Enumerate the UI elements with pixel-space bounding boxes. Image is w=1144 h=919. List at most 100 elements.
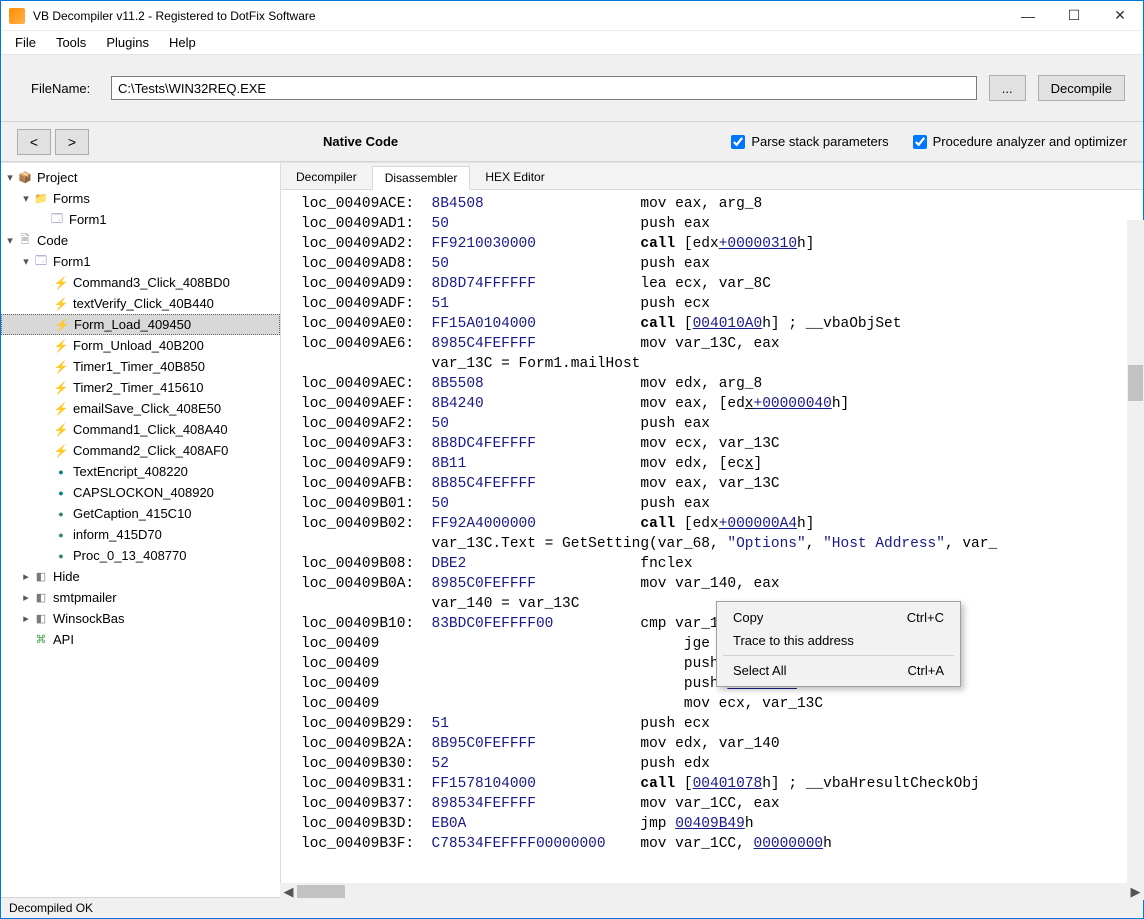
module-icon — [33, 611, 49, 627]
code-line: loc_00409AFB: 8B85C4FEFFFF mov eax, var_… — [301, 474, 1137, 494]
ctx-separator — [723, 655, 954, 656]
nav-back-button[interactable]: < — [17, 129, 51, 155]
code-line: loc_00409B29: 51 push ecx — [301, 714, 1137, 734]
code-line: var_13C.Text = GetSetting(var_68, "Optio… — [301, 534, 1137, 554]
tree-proc-item[interactable]: Command3_Click_408BD0 — [1, 272, 280, 293]
tree-forms[interactable]: ▾Forms — [1, 188, 280, 209]
tree-proc-item[interactable]: Proc_0_13_408770 — [1, 545, 280, 566]
tree-hide[interactable]: ▸Hide — [1, 566, 280, 587]
chk-parse-stack[interactable]: Parse stack parameters — [731, 134, 888, 149]
tree-proc-item[interactable]: Timer2_Timer_415610 — [1, 377, 280, 398]
menu-file[interactable]: File — [5, 33, 46, 52]
tree-proc-item[interactable]: textVerify_Click_40B440 — [1, 293, 280, 314]
code-line: loc_00409B31: FF1578104000 call [0040107… — [301, 774, 1137, 794]
tree-proc-item[interactable]: Form_Load_409450 — [1, 314, 280, 335]
code-line: loc_00409AE6: 8985C4FEFFFF mov var_13C, … — [301, 334, 1137, 354]
tree-form1-a[interactable]: Form1 — [1, 209, 280, 230]
proc-icon — [53, 527, 69, 543]
code-line: loc_00409ACE: 8B4508 mov eax, arg_8 — [301, 194, 1137, 214]
code-line: loc_00409AD9: 8D8D74FFFFFF lea ecx, var_… — [301, 274, 1137, 294]
content-pane: Decompiler Disassembler HEX Editor loc_0… — [281, 163, 1143, 897]
filename-input[interactable] — [111, 76, 977, 100]
tree-proc-item[interactable]: GetCaption_415C10 — [1, 503, 280, 524]
scrollbar-thumb[interactable] — [297, 885, 345, 897]
proc-icon — [54, 317, 70, 333]
title-bar: VB Decompiler v11.2 - Registered to DotF… — [1, 1, 1143, 31]
context-menu: CopyCtrl+C Trace to this address Select … — [716, 601, 961, 687]
scroll-left-icon[interactable]: ◀ — [280, 884, 297, 898]
tree-proc-item[interactable]: Timer1_Timer_40B850 — [1, 356, 280, 377]
proc-icon — [53, 422, 69, 438]
folder-icon — [33, 191, 49, 207]
module-icon — [33, 590, 49, 606]
tree-proc-item[interactable]: Form_Unload_40B200 — [1, 335, 280, 356]
code-line: loc_00409AF9: 8B11 mov edx, [ecx] — [301, 454, 1137, 474]
minimize-button[interactable]: — — [1005, 1, 1051, 31]
nav-row: < > Native Code Parse stack parameters P… — [1, 122, 1143, 162]
code-icon — [17, 233, 33, 249]
disassembly-view[interactable]: loc_00409ACE: 8B4508 mov eax, arg_8loc_0… — [281, 190, 1143, 897]
code-line: loc_00409B3F: C78534FEFFFF00000000 mov v… — [301, 834, 1137, 854]
tree-proc-item[interactable]: emailSave_Click_408E50 — [1, 398, 280, 419]
tree-api[interactable]: ▸API — [1, 629, 280, 650]
proc-icon — [53, 443, 69, 459]
tab-hex[interactable]: HEX Editor — [472, 165, 557, 189]
form-icon — [33, 254, 49, 270]
ctx-copy[interactable]: CopyCtrl+C — [719, 606, 958, 629]
nav-forward-button[interactable]: > — [55, 129, 89, 155]
code-line: loc_00409B0A: 8985C0FEFFFF mov var_140, … — [301, 574, 1137, 594]
tree-winsockbas[interactable]: ▸WinsockBas — [1, 608, 280, 629]
proc-icon — [53, 338, 69, 354]
menu-tools[interactable]: Tools — [46, 33, 96, 52]
proc-icon — [53, 359, 69, 375]
proc-icon — [53, 485, 69, 501]
section-title: Native Code — [323, 134, 398, 149]
code-line: loc_00409B08: DBE2 fnclex — [301, 554, 1137, 574]
project-tree[interactable]: ▾Project ▾Forms Form1 ▾Code ▾Form1 Comma… — [1, 163, 281, 897]
menu-plugins[interactable]: Plugins — [96, 33, 159, 52]
scroll-right-icon[interactable]: ▶ — [1127, 884, 1143, 898]
menu-bar: File Tools Plugins Help — [1, 31, 1143, 55]
tree-proc-item[interactable]: TextEncript_408220 — [1, 461, 280, 482]
tree-proc-item[interactable]: Command1_Click_408A40 — [1, 419, 280, 440]
proc-icon — [53, 296, 69, 312]
proc-icon — [53, 548, 69, 564]
horizontal-scrollbar[interactable]: ◀ ▶ — [280, 883, 1143, 897]
app-icon — [9, 8, 25, 24]
tree-code[interactable]: ▾Code — [1, 230, 280, 251]
tabs: Decompiler Disassembler HEX Editor — [281, 163, 1143, 190]
ctx-trace[interactable]: Trace to this address — [719, 629, 958, 652]
code-line: loc_00409B01: 50 push eax — [301, 494, 1137, 514]
code-line: loc_00409B3D: EB0A jmp 00409B49h — [301, 814, 1137, 834]
proc-icon — [53, 464, 69, 480]
ctx-select-all[interactable]: Select AllCtrl+A — [719, 659, 958, 682]
proc-icon — [53, 380, 69, 396]
code-line: loc_00409AD2: FF9210030000 call [edx+000… — [301, 234, 1137, 254]
code-line: loc_00409AE0: FF15A0104000 call [004010A… — [301, 314, 1137, 334]
menu-help[interactable]: Help — [159, 33, 206, 52]
decompile-button[interactable]: Decompile — [1038, 75, 1125, 101]
main: ▾Project ▾Forms Form1 ▾Code ▾Form1 Comma… — [1, 162, 1143, 897]
tree-proc-item[interactable]: Command2_Click_408AF0 — [1, 440, 280, 461]
code-line: var_13C = Form1.mailHost — [301, 354, 1137, 374]
tree-smtpmailer[interactable]: ▸smtpmailer — [1, 587, 280, 608]
code-line: loc_00409AD1: 50 push eax — [301, 214, 1137, 234]
vertical-scrollbar[interactable] — [1127, 220, 1143, 897]
tree-form1-b[interactable]: ▾Form1 — [1, 251, 280, 272]
browse-button[interactable]: ... — [989, 75, 1026, 101]
tab-decompiler[interactable]: Decompiler — [283, 165, 370, 189]
close-button[interactable]: ✕ — [1097, 1, 1143, 31]
tree-project[interactable]: ▾Project — [1, 167, 280, 188]
scrollbar-thumb[interactable] — [1128, 365, 1143, 401]
tab-disassembler[interactable]: Disassembler — [372, 166, 471, 190]
chk-parse-stack-box[interactable] — [731, 135, 745, 149]
chk-proc-analyzer[interactable]: Procedure analyzer and optimizer — [913, 134, 1127, 149]
chk-proc-analyzer-box[interactable] — [913, 135, 927, 149]
code-line: loc_00409B02: FF92A4000000 call [edx+000… — [301, 514, 1137, 534]
form-icon — [49, 212, 65, 228]
status-bar: Decompiled OK — [1, 897, 1143, 918]
tree-proc-item[interactable]: CAPSLOCKON_408920 — [1, 482, 280, 503]
tree-proc-item[interactable]: inform_415D70 — [1, 524, 280, 545]
maximize-button[interactable]: ☐ — [1051, 1, 1097, 31]
project-icon — [17, 170, 33, 186]
